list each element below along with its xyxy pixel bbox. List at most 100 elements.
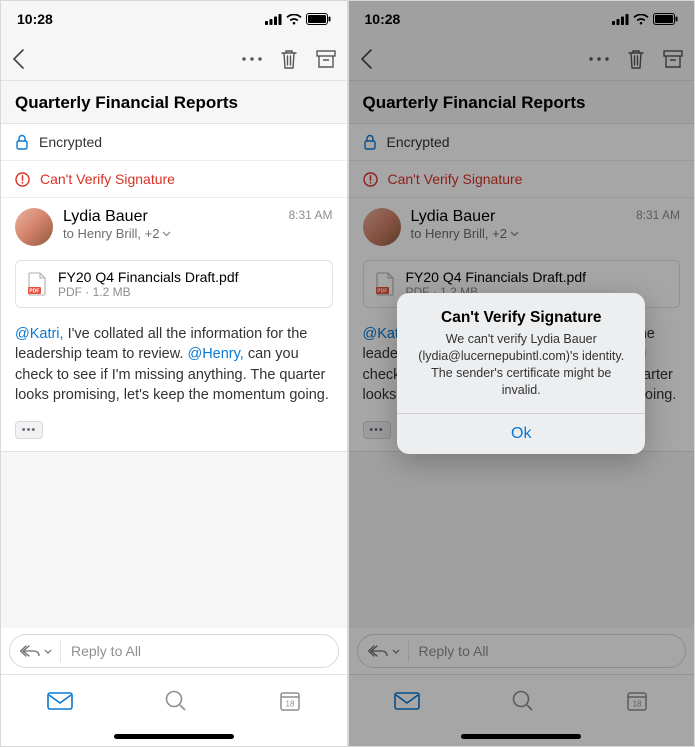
reply-mode-picker[interactable] <box>364 640 409 662</box>
tab-calendar[interactable]: 18 <box>626 690 648 712</box>
reply-bar: Reply to All <box>1 628 347 674</box>
svg-text:PDF: PDF <box>377 288 387 294</box>
cellular-icon <box>265 14 282 25</box>
lock-icon <box>363 134 377 150</box>
alert-message: We can't verify Lydia Bauer (lydia@lucer… <box>411 331 631 399</box>
tab-bar: 18 <box>1 674 347 726</box>
archive-icon <box>315 49 337 69</box>
battery-icon <box>306 13 331 25</box>
more-button[interactable] <box>241 56 263 62</box>
sender-row[interactable]: Lydia Bauer to Henry Brill, +2 8:31 AM <box>1 198 347 254</box>
cellular-icon <box>612 14 629 25</box>
show-more-button[interactable]: ••• <box>363 421 391 439</box>
mention[interactable]: @Katri, <box>15 326 64 342</box>
spacer <box>1 451 347 628</box>
trash-icon <box>279 48 299 70</box>
svg-text:18: 18 <box>285 699 294 708</box>
reply-bar: Reply to All <box>349 628 695 674</box>
archive-icon <box>662 49 684 69</box>
status-right <box>265 13 331 25</box>
sender-to: to Henry Brill, +2 <box>411 226 626 241</box>
trash-icon <box>626 48 646 70</box>
alert-dialog: Can't Verify Signature We can't verify L… <box>397 293 645 454</box>
attachment[interactable]: PDF FY20 Q4 Financials Draft.pdf PDF · 1… <box>15 260 333 308</box>
tab-mail[interactable] <box>394 692 420 710</box>
svg-text:PDF: PDF <box>29 288 39 294</box>
reply-all-icon <box>20 644 42 658</box>
signature-error-row[interactable]: Can't Verify Signature <box>1 161 347 198</box>
chevron-down-icon <box>510 231 519 237</box>
archive-button[interactable] <box>315 49 337 69</box>
alert-icon <box>363 172 378 187</box>
email-subject: Quarterly Financial Reports <box>1 81 347 124</box>
reply-mode-picker[interactable] <box>16 640 61 662</box>
show-more-button[interactable]: ••• <box>15 421 43 439</box>
tab-search[interactable] <box>165 690 187 712</box>
mail-icon <box>394 692 420 710</box>
encrypted-row[interactable]: Encrypted <box>1 124 347 161</box>
back-button[interactable] <box>359 48 373 70</box>
pdf-icon: PDF <box>374 271 396 297</box>
search-icon <box>512 690 534 712</box>
attachment-name: FY20 Q4 Financials Draft.pdf <box>406 269 587 285</box>
reply-placeholder: Reply to All <box>61 643 141 659</box>
sender-row[interactable]: Lydia Bauer to Henry Brill, +2 8:31 AM <box>349 198 695 254</box>
sender-name: Lydia Bauer <box>63 208 278 226</box>
avatar <box>15 208 53 246</box>
delete-button[interactable] <box>626 48 646 70</box>
wifi-icon <box>286 14 302 25</box>
status-right <box>612 13 678 25</box>
archive-button[interactable] <box>662 49 684 69</box>
reply-all-icon <box>368 644 390 658</box>
sender-time: 8:31 AM <box>288 208 332 246</box>
spacer <box>349 451 695 628</box>
home-indicator[interactable] <box>349 726 695 746</box>
mention[interactable]: @Henry, <box>187 346 243 362</box>
chevron-down-icon <box>162 231 171 237</box>
ellipsis-icon <box>241 56 263 62</box>
svg-text:18: 18 <box>633 699 642 708</box>
sender-to: to Henry Brill, +2 <box>63 226 278 241</box>
reply-input[interactable]: Reply to All <box>9 634 339 668</box>
email-screen-normal: 10:28 Quarterly Financial Reports Encryp… <box>0 0 348 747</box>
attachment-name: FY20 Q4 Financials Draft.pdf <box>58 269 239 285</box>
status-bar: 10:28 <box>349 1 695 37</box>
search-icon <box>165 690 187 712</box>
alert-icon <box>15 172 30 187</box>
alert-title: Can't Verify Signature <box>411 309 631 327</box>
calendar-icon: 18 <box>626 690 648 712</box>
back-button[interactable] <box>11 48 25 70</box>
status-time: 10:28 <box>365 11 401 27</box>
email-screen-alert: 10:28 Quarterly Financial Reports Encryp… <box>348 0 695 747</box>
ellipsis-icon <box>588 56 610 62</box>
attachment-meta: PDF · 1.2 MB <box>58 285 239 299</box>
pdf-icon: PDF <box>26 271 48 297</box>
tab-calendar[interactable]: 18 <box>279 690 301 712</box>
status-bar: 10:28 <box>1 1 347 37</box>
nav-bar <box>1 37 347 81</box>
more-button[interactable] <box>588 56 610 62</box>
delete-button[interactable] <box>279 48 299 70</box>
home-indicator[interactable] <box>1 726 347 746</box>
signature-error-label: Can't Verify Signature <box>388 171 523 187</box>
encrypted-label: Encrypted <box>387 134 450 150</box>
encrypted-row[interactable]: Encrypted <box>349 124 695 161</box>
status-time: 10:28 <box>17 11 53 27</box>
tab-mail[interactable] <box>47 692 73 710</box>
sender-name: Lydia Bauer <box>411 208 626 226</box>
tab-bar: 18 <box>349 674 695 726</box>
chevron-left-icon <box>359 48 373 70</box>
tab-search[interactable] <box>512 690 534 712</box>
calendar-icon: 18 <box>279 690 301 712</box>
chevron-down-icon <box>44 649 52 654</box>
encrypted-label: Encrypted <box>39 134 102 150</box>
signature-error-row[interactable]: Can't Verify Signature <box>349 161 695 198</box>
reply-input[interactable]: Reply to All <box>357 634 687 668</box>
wifi-icon <box>633 14 649 25</box>
chevron-down-icon <box>392 649 400 654</box>
mail-icon <box>47 692 73 710</box>
sender-time: 8:31 AM <box>636 208 680 246</box>
avatar <box>363 208 401 246</box>
alert-ok-button[interactable]: Ok <box>397 413 645 454</box>
battery-icon <box>653 13 678 25</box>
